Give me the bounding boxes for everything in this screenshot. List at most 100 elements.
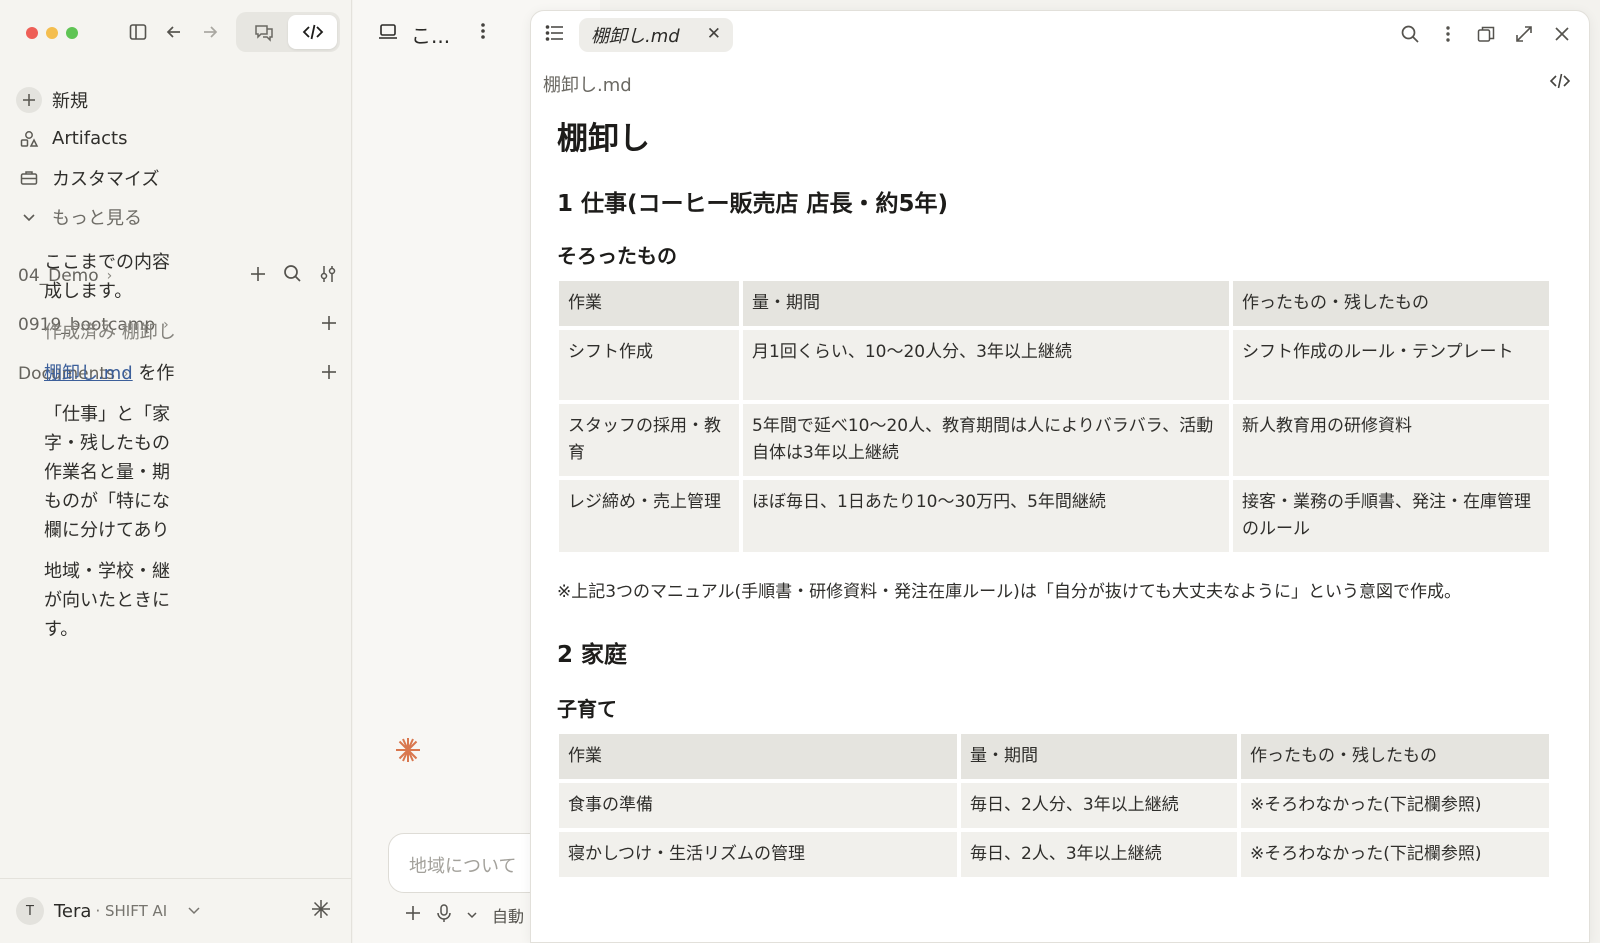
table-cell: 接客・業務の手順書、発注・在庫管理のルール	[1233, 480, 1549, 552]
table-cell: 毎日、2人分、3年以上継続	[961, 783, 1237, 828]
chat-paragraph: 地域・学校・継 が向いたときに す。	[44, 561, 170, 640]
more-vertical-icon[interactable]	[479, 20, 487, 46]
table-cell: ※そろわなかった(下記欄参照)	[1241, 783, 1549, 828]
table-cell: 5年間で延べ10〜20人、教育期間は人によりバラバラ、活動自体は3年以上継続	[743, 404, 1229, 476]
message-placeholder: 地域について	[409, 856, 517, 877]
sidebar-item-more[interactable]: もっと見る	[16, 197, 336, 236]
artifact-actions	[1397, 21, 1575, 47]
sidebar-item-label: Artifacts	[52, 128, 128, 149]
tab-artifact[interactable]: 棚卸し.md ✕	[579, 18, 733, 52]
view-mode-switch	[236, 12, 340, 52]
table-row: レジ締め・売上管理 ほぼ毎日、1日あたり10〜30万円、5年間継続 接客・業務の…	[559, 480, 1549, 552]
section-heading: 2 家庭	[557, 642, 628, 668]
mode-label[interactable]: 自動	[492, 903, 524, 927]
section-heading: 1 仕事(コーヒー販売店 店長・約5年)	[557, 191, 949, 217]
tab-label: 棚卸し.md	[591, 26, 680, 47]
table-cell: 食事の準備	[559, 783, 957, 828]
table-cell: 新人教育用の研修資料	[1233, 404, 1549, 476]
artifact-toolbar: 棚卸し.md ✕	[531, 11, 1589, 59]
subsection-heading: そろったもの	[557, 244, 677, 268]
table-family: 作業 量・期間 作ったもの・残したもの 食事の準備 毎日、2人分、3年以上継続 …	[555, 730, 1553, 881]
artifact-panel: 棚卸し.md ✕ 棚卸し.md 棚卸し 1 仕事(コーヒー販売店 店長・約5年)…	[530, 10, 1590, 943]
chat-paragraph: 「仕事」と「家 字・残したもの 作業名と量・期 ものが「特にな 欄に分けてあり	[44, 404, 170, 541]
table-cell: ※そろわなかった(下記欄参照)	[1241, 832, 1549, 877]
artifacts-icon	[16, 126, 42, 152]
table-row: 寝かしつけ・生活リズムの管理 毎日、2人、3年以上継続 ※そろわなかった(下記欄…	[559, 832, 1549, 877]
search-icon[interactable]	[283, 264, 302, 288]
sidebar-toolbar	[124, 18, 224, 46]
table-cell: 月1回くらい、10〜20人分、3年以上継続	[743, 330, 1229, 400]
table-row: シフト作成 月1回くらい、10〜20人分、3年以上継続 シフト作成のルール・テン…	[559, 330, 1549, 400]
chat-paragraph: 棚卸し.md を作	[44, 363, 175, 384]
chevron-down-icon	[16, 204, 42, 230]
add-icon[interactable]	[320, 314, 338, 337]
sidebar-item-label: もっと見る	[52, 207, 142, 229]
code-view-icon[interactable]	[1549, 71, 1571, 95]
table-cell: ほぼ毎日、1日あたり10〜30万円、5年間継続	[743, 480, 1229, 552]
chat-messages: ここまでの内容 成します。 作成済み 棚卸し 棚卸し.md を作 「仕事」と「家字…	[44, 248, 284, 656]
doc-note: ※上記3つのマニュアル(手順書・研修資料・発注在庫ルール)は「自分が抜けても大丈…	[557, 582, 1461, 602]
table-header-row: 作業 量・期間 作ったもの・残したもの	[559, 281, 1549, 326]
filter-sliders-icon[interactable]	[318, 264, 338, 289]
chat-paragraph: 作成済み 棚卸し	[44, 322, 176, 343]
plus-icon	[16, 86, 42, 113]
settings-sparkle-icon[interactable]	[310, 898, 332, 924]
zoom-window-button[interactable]	[66, 27, 78, 39]
copy-window-icon[interactable]	[1473, 21, 1499, 47]
subsection-heading: 子育て	[557, 697, 617, 721]
table-cell: シフト作成	[559, 330, 739, 400]
chat-title[interactable]: こ...	[411, 20, 450, 49]
code-mode-icon[interactable]	[288, 15, 337, 49]
file-name: 棚卸し.md	[543, 75, 632, 96]
forward-arrow-icon[interactable]	[196, 18, 224, 46]
table-cell: シフト作成のルール・テンプレート	[1233, 330, 1549, 400]
sidebar-item-customize[interactable]: カスタマイズ	[16, 158, 336, 197]
table-header: 量・期間	[961, 734, 1237, 779]
sidebar-toggle-icon[interactable]	[124, 18, 152, 46]
sidebar-item-new[interactable]: 新規	[16, 80, 336, 119]
user-org: · SHIFT AI	[95, 902, 168, 920]
doc-title: 棚卸し	[557, 121, 650, 157]
chat-mode-icon[interactable]	[239, 15, 288, 49]
expand-icon[interactable]	[1511, 21, 1537, 47]
close-window-button[interactable]	[26, 27, 38, 39]
table-cell: レジ締め・売上管理	[559, 480, 739, 552]
artifact-link[interactable]: 棚卸し.md	[44, 363, 133, 384]
markdown-document: 棚卸し 1 仕事(コーヒー販売店 店長・約5年) そろったもの 作業 量・期間 …	[557, 119, 1549, 881]
input-toolbar: 自動	[404, 903, 524, 927]
microphone-icon[interactable]	[436, 903, 452, 927]
table-cell: スタッフの採用・教育	[559, 404, 739, 476]
close-icon[interactable]	[1549, 21, 1575, 47]
sidebar-item-label: 新規	[52, 90, 88, 112]
table-work: 作業 量・期間 作ったもの・残したもの シフト作成 月1回くらい、10〜20人分…	[555, 277, 1553, 556]
table-header: 作ったもの・残したもの	[1233, 281, 1549, 326]
minimize-window-button[interactable]	[46, 27, 58, 39]
back-arrow-icon[interactable]	[160, 18, 188, 46]
table-header: 作ったもの・残したもの	[1241, 734, 1549, 779]
user-name: Tera	[54, 900, 92, 922]
sidebar-item-artifacts[interactable]: Artifacts	[16, 119, 336, 158]
window-controls	[26, 27, 78, 39]
table-cell: 寝かしつけ・生活リズムの管理	[559, 832, 957, 877]
search-icon[interactable]	[1397, 21, 1423, 47]
table-header: 量・期間	[743, 281, 1229, 326]
attach-plus-icon[interactable]	[404, 904, 422, 926]
chat-paragraph: ここまでの内容 成します。	[44, 252, 170, 302]
avatar: T	[16, 897, 44, 925]
chevron-down-icon[interactable]	[466, 906, 478, 925]
close-icon[interactable]: ✕	[707, 24, 721, 44]
sidebar-nav: 新規 Artifacts カスタマイズ もっと見る	[16, 80, 336, 236]
briefcase-icon	[16, 165, 42, 191]
more-vertical-icon[interactable]	[1435, 21, 1461, 47]
spark-icon	[394, 734, 422, 772]
sidebar-item-label: カスタマイズ	[52, 168, 160, 190]
table-cell: 毎日、2人、3年以上継続	[961, 832, 1237, 877]
chat-header: こ...	[377, 20, 450, 49]
chevron-down-icon	[187, 902, 201, 921]
list-icon[interactable]	[545, 23, 565, 47]
table-header: 作業	[559, 281, 739, 326]
table-row: スタッフの採用・教育 5年間で延べ10〜20人、教育期間は人によりバラバラ、活動…	[559, 404, 1549, 476]
table-header: 作業	[559, 734, 957, 779]
add-icon[interactable]	[320, 363, 338, 386]
user-menu[interactable]: T Tera · SHIFT AI	[0, 878, 352, 943]
